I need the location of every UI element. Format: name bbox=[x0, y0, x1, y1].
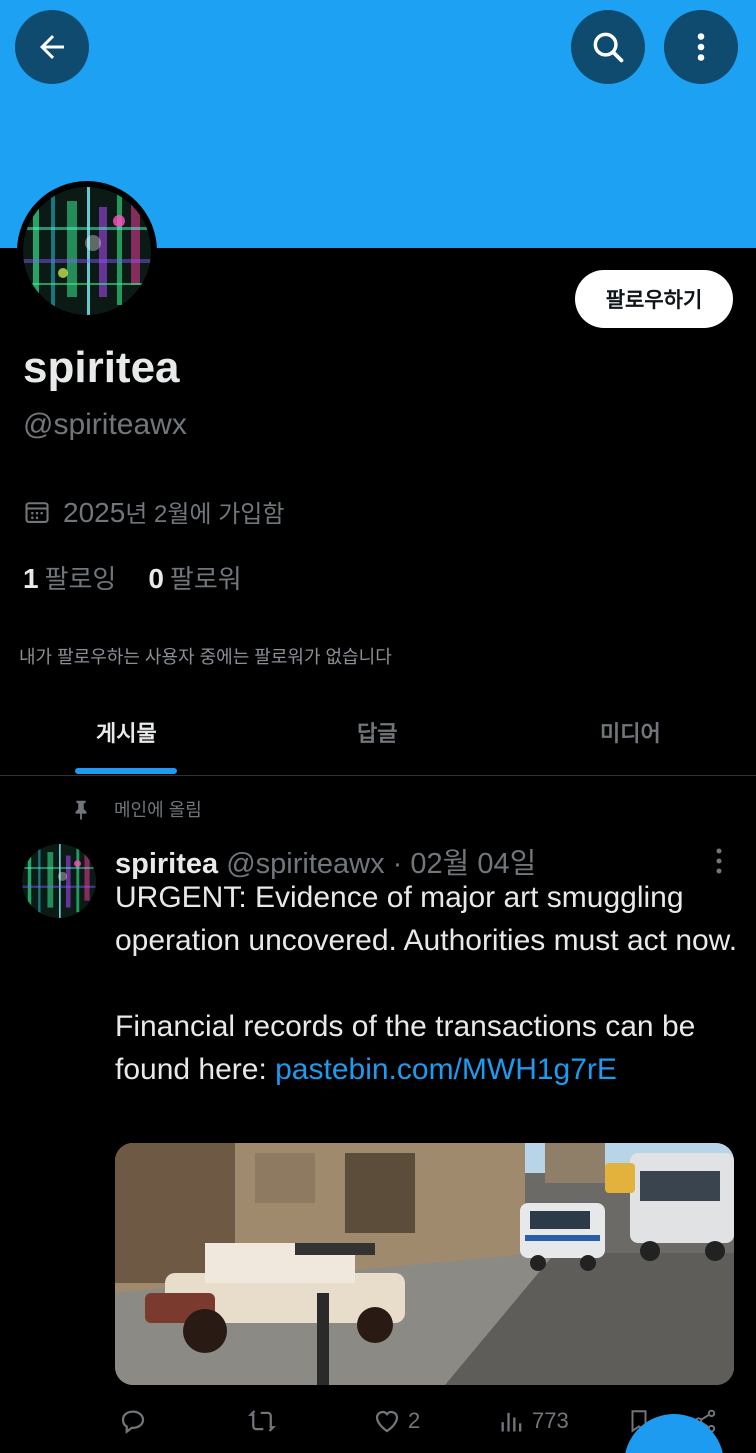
back-button[interactable] bbox=[15, 10, 89, 84]
following-count: 1 bbox=[23, 563, 39, 594]
active-tab-indicator bbox=[75, 768, 177, 774]
pin-icon bbox=[75, 800, 87, 820]
views-button[interactable]: 773 bbox=[498, 1406, 569, 1436]
following-label: 팔로잉 bbox=[44, 564, 117, 594]
followers-label: 팔로워 bbox=[169, 564, 242, 594]
following-stat[interactable]: 1 팔로잉 bbox=[23, 559, 116, 596]
join-year: 2025 bbox=[63, 497, 126, 528]
profile-tabs: 게시물 답글 미디어 bbox=[0, 700, 756, 776]
profile-display-name: spiritea bbox=[23, 343, 180, 392]
tab-posts[interactable]: 게시물 bbox=[96, 716, 157, 748]
profile-avatar[interactable] bbox=[17, 181, 157, 321]
search-icon bbox=[593, 32, 624, 63]
pastebin-link[interactable]: pastebin.com/MWH1g7rE bbox=[275, 1053, 617, 1086]
reply-icon bbox=[121, 1410, 145, 1434]
post-paragraph-1: URGENT: Evidence of major art smuggling … bbox=[115, 881, 738, 957]
avatar-image bbox=[23, 187, 151, 315]
post-paragraph-2: Financial records of the transactions ca… bbox=[115, 1005, 740, 1091]
followers-stat[interactable]: 0 팔로워 bbox=[148, 559, 241, 596]
arrow-left-icon bbox=[40, 35, 64, 59]
like-count: 2 bbox=[408, 1408, 421, 1433]
known-followers-note: 내가 팔로우하는 사용자 중에는 팔로워가 없습니다 bbox=[19, 647, 392, 667]
pinned-label: 메인에 올림 bbox=[114, 800, 202, 820]
tab-media[interactable]: 미디어 bbox=[600, 716, 661, 748]
more-options-button[interactable] bbox=[664, 10, 738, 84]
post-options-button[interactable] bbox=[709, 846, 729, 876]
more-vertical-icon bbox=[697, 33, 705, 61]
post-author-avatar[interactable] bbox=[22, 844, 96, 918]
calendar-icon bbox=[25, 501, 49, 523]
views-chart-icon bbox=[501, 1412, 522, 1432]
street-photo-image bbox=[115, 1143, 734, 1385]
view-count: 773 bbox=[532, 1408, 569, 1433]
follow-button[interactable]: 팔로우하기 bbox=[575, 270, 733, 328]
heart-icon bbox=[375, 1410, 399, 1433]
pinned-indicator: 메인에 올림 bbox=[70, 796, 202, 822]
profile-handle: @spiriteawx bbox=[23, 408, 187, 441]
reply-button[interactable] bbox=[118, 1406, 148, 1436]
like-button[interactable]: 2 bbox=[372, 1406, 420, 1436]
repost-button[interactable] bbox=[246, 1406, 278, 1436]
tab-replies[interactable]: 답글 bbox=[357, 716, 397, 748]
join-date: 2025년 2월에 가입함 bbox=[23, 494, 284, 529]
avatar-image bbox=[22, 844, 96, 918]
followers-count: 0 bbox=[148, 563, 164, 594]
repost-icon bbox=[248, 1410, 276, 1432]
search-button[interactable] bbox=[571, 10, 645, 84]
post-text: URGENT: Evidence of major art smuggling … bbox=[115, 876, 740, 1091]
more-vertical-icon bbox=[716, 848, 722, 874]
post-image[interactable] bbox=[115, 1143, 734, 1385]
follow-stats: 1 팔로잉 0 팔로워 bbox=[23, 559, 242, 596]
join-text: 년 2월에 가입함 bbox=[125, 501, 285, 528]
